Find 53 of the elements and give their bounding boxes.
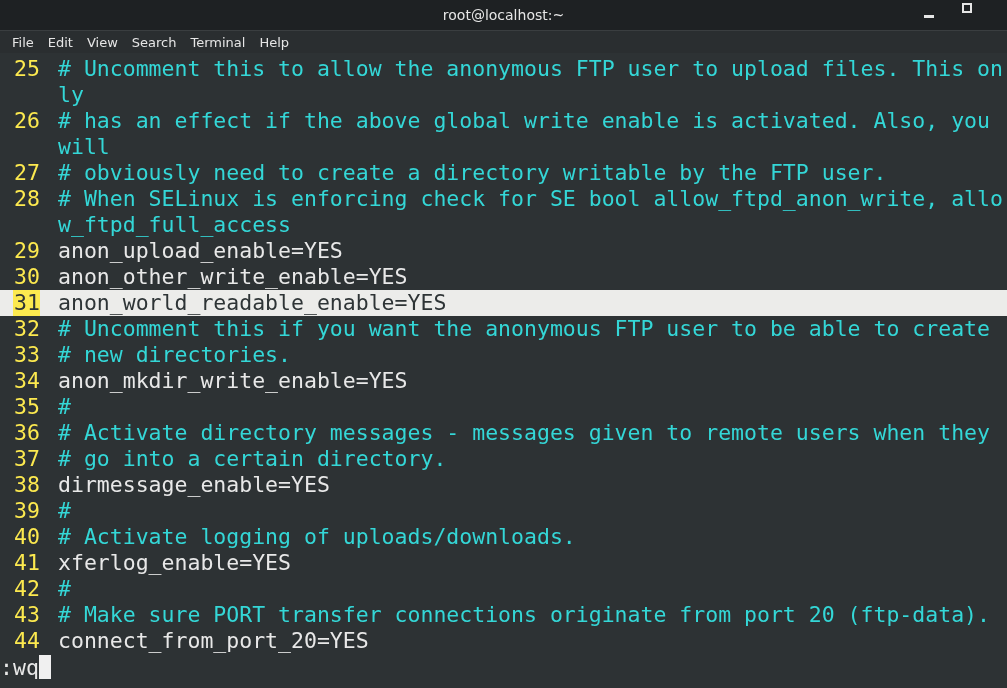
line-number: 27 [13, 160, 40, 186]
code-text: # Activate logging of uploads/downloads. [58, 524, 576, 550]
line-number: 39 [13, 498, 40, 524]
maximize-icon[interactable] [962, 3, 972, 13]
line-number: 37 [13, 446, 40, 472]
code-text: anon_upload_enable=YES [58, 238, 343, 264]
code-text: # go into a certain directory. [58, 446, 447, 472]
line-number: 40 [13, 524, 40, 550]
menu-item[interactable]: View [79, 34, 125, 50]
line-number: 25 [13, 56, 40, 82]
code-text: w_ftpd_full_access [58, 212, 291, 238]
code-text: # new directories. [58, 342, 291, 368]
code-text: # [58, 498, 71, 524]
line-number: 42 [13, 576, 40, 602]
code-text: ly [58, 82, 84, 108]
code-text: connect_from_port_20=YES [58, 628, 369, 654]
line-number: 44 [13, 628, 40, 654]
menu-item[interactable]: Search [124, 34, 184, 50]
line-number: 30 [13, 264, 40, 290]
line-number: 35 [13, 394, 40, 420]
menu-item[interactable]: File [5, 34, 41, 50]
code-text: # has an effect if the above global write enable is activated. Also, you [58, 108, 990, 134]
code-text: # Activate directory messages - messages given to remote users when they [58, 420, 990, 446]
code-text: # [58, 394, 71, 420]
menu-item[interactable]: Terminal [183, 34, 253, 50]
line-number: 38 [13, 472, 40, 498]
line-number: 26 [13, 108, 40, 134]
line-number: 32 [13, 316, 40, 342]
line-number: 28 [13, 186, 40, 212]
command-text: :wq [0, 654, 39, 680]
menu-item[interactable]: Edit [40, 34, 80, 50]
code-text: # When SELinux is enforcing check for SE bool allow_ftpd_anon_write, allo [58, 186, 1003, 212]
line-number: 29 [13, 238, 40, 264]
code-text: # [58, 576, 71, 602]
code-text: anon_world_readable_enable=YES [58, 290, 447, 316]
code-text: xferlog_enable=YES [58, 550, 291, 576]
code-text: dirmessage_enable=YES [58, 472, 330, 498]
code-text: # obviously need to create a directory writable by the FTP user. [58, 160, 887, 186]
code-text: # Uncomment this if you want the anonymous FTP user to be able to create [58, 316, 990, 342]
code-text: anon_other_write_enable=YES [58, 264, 408, 290]
line-number: 34 [13, 368, 40, 394]
line-number: 31 [13, 290, 40, 316]
line-number: 33 [13, 342, 40, 368]
code-text: anon_mkdir_write_enable=YES [58, 368, 408, 394]
code-text: # Uncomment this to allow the anonymous FTP user to upload files. This on [58, 56, 1003, 82]
line-number: 36 [13, 420, 40, 446]
line-number: 41 [13, 550, 40, 576]
code-text: # Make sure PORT transfer connections originate from port 20 (ftp-data). [58, 602, 990, 628]
window-title: root@localhost:~ [442, 7, 565, 23]
cursor-block [38, 655, 51, 679]
line-number: 43 [13, 602, 40, 628]
code-text: will [58, 134, 110, 160]
menu-item[interactable]: Help [252, 34, 297, 50]
